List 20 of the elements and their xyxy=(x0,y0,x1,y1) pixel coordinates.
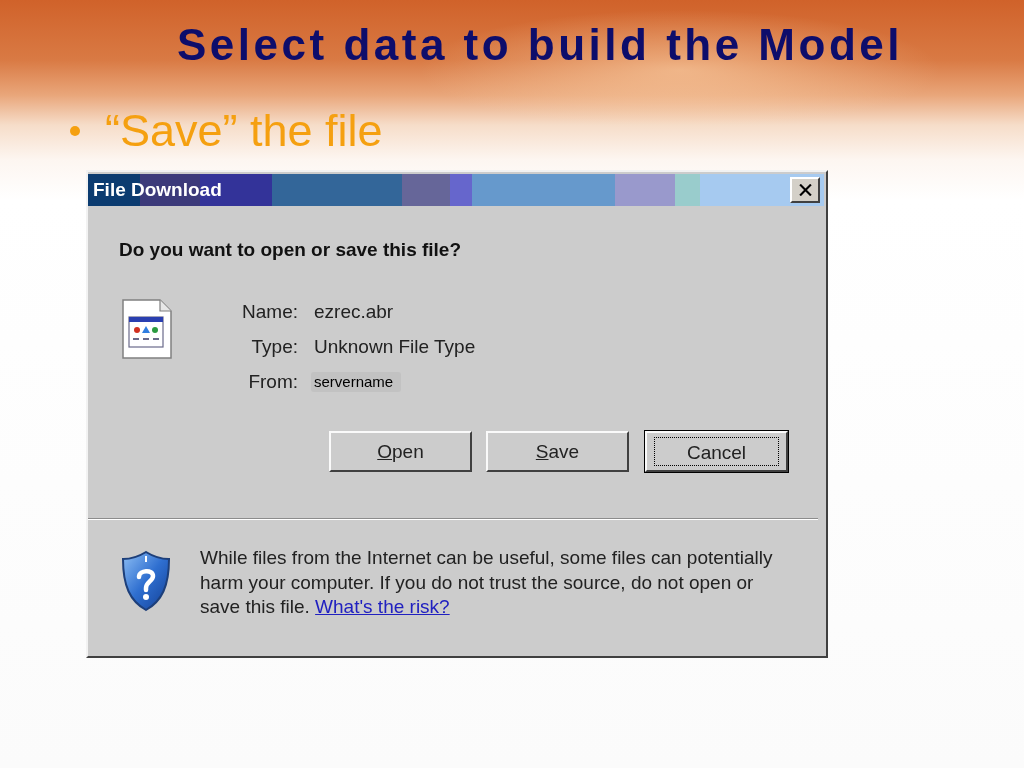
shield-question-icon xyxy=(120,550,172,612)
field-value: servername xyxy=(311,372,402,392)
dialog-button[interactable]: Cancel xyxy=(645,431,788,472)
close-icon xyxy=(798,184,812,196)
bullet-text: “Save” the file xyxy=(105,106,383,156)
file-icon xyxy=(122,299,172,359)
dialog-question: Do you want to open or save this file? xyxy=(119,238,463,262)
bullet-icon xyxy=(70,126,80,136)
dialog-button[interactable]: Save xyxy=(486,431,629,472)
risk-link[interactable]: What's the risk? xyxy=(315,596,450,617)
field-label: Name: xyxy=(241,300,298,324)
field-value: ezrec.abr xyxy=(314,300,394,324)
slide-title: Select data to build the Model xyxy=(176,19,904,71)
field-value: Unknown File Type xyxy=(314,335,476,359)
close-button[interactable] xyxy=(790,177,820,203)
warning-text: While files from the Internet can be useful, some files can potentially harm your computer. If you do not trust the source, do not open or save this file. What's the risk? xyxy=(200,546,774,619)
dialog-button[interactable]: Open xyxy=(329,431,472,472)
field-label: From: xyxy=(247,370,298,394)
window-title: File Download xyxy=(92,179,222,201)
field-label: Type: xyxy=(250,335,298,359)
